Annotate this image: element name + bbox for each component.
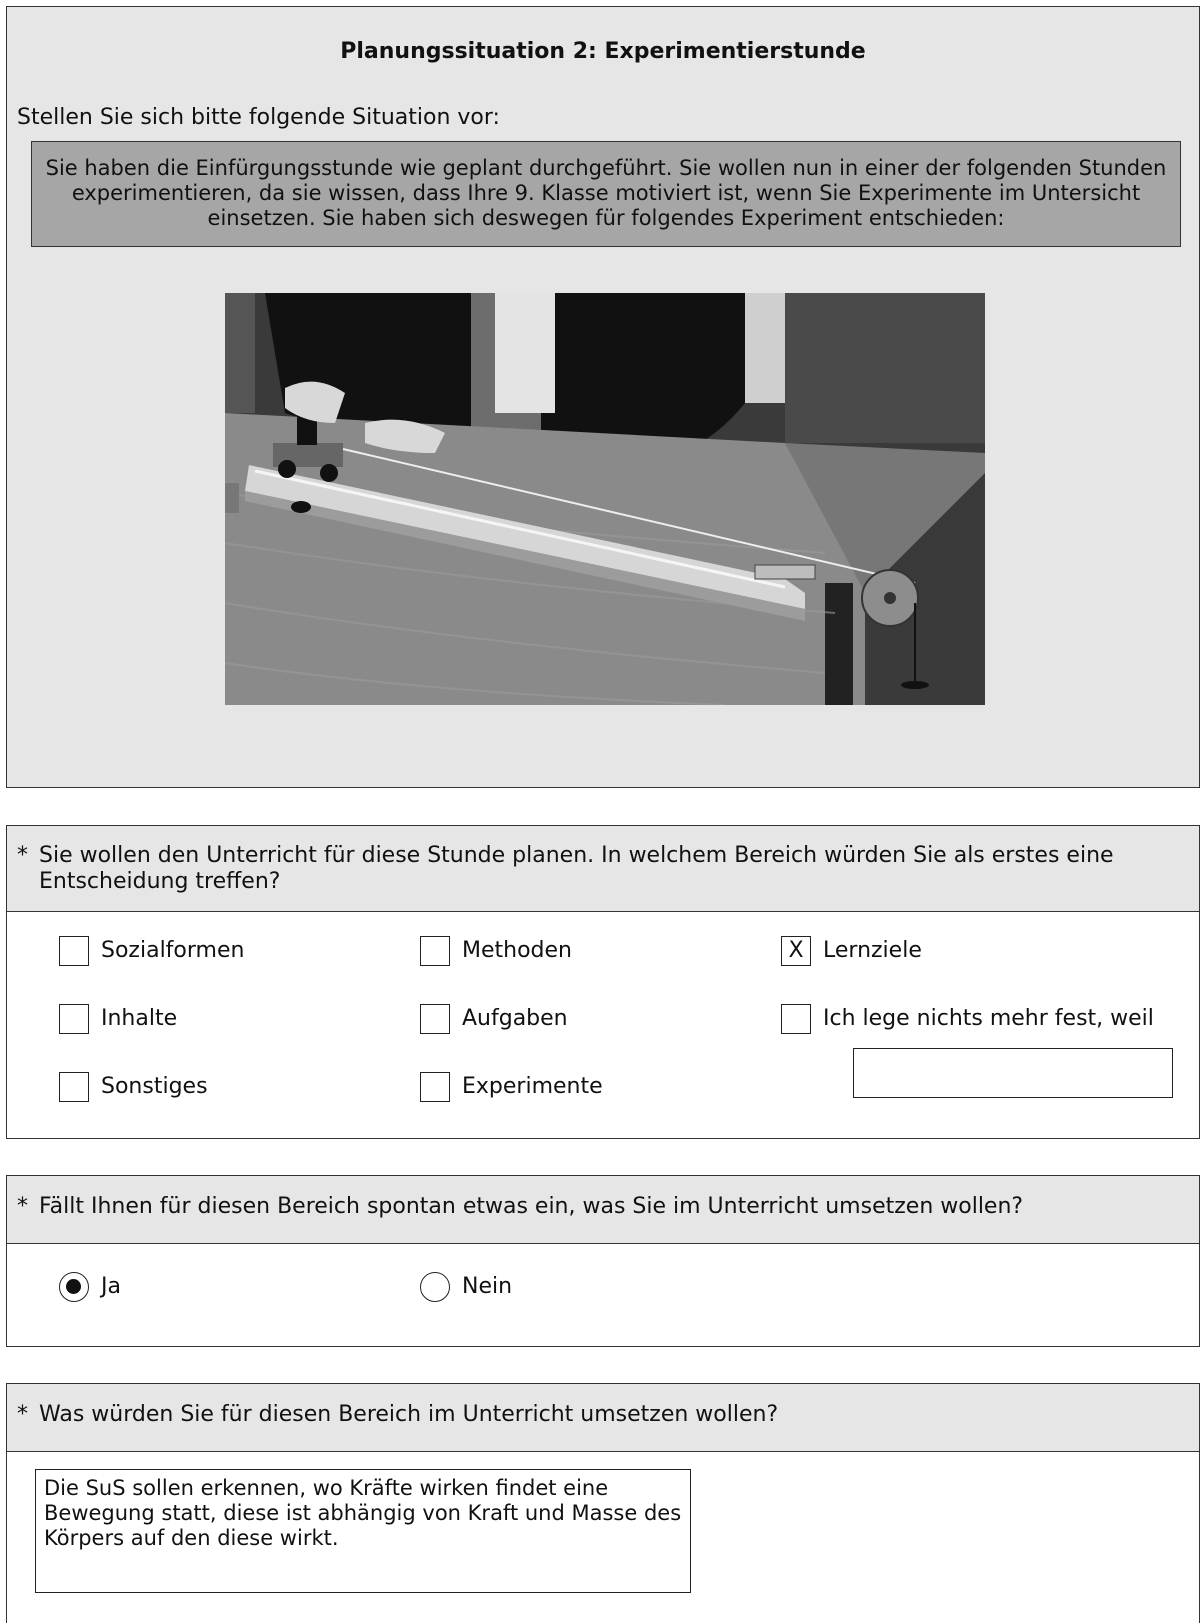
option-label: Sozialformen — [101, 938, 245, 963]
checkbox[interactable] — [420, 936, 450, 966]
scenario-description: Sie haben die Einfürgungsstunde wie gepl… — [31, 141, 1181, 247]
checkbox-checked[interactable]: X — [781, 936, 811, 966]
question-header: * Sie wollen den Unterricht für diese St… — [7, 826, 1199, 912]
required-marker: * — [17, 1194, 28, 1219]
option-label: Inhalte — [101, 1006, 178, 1031]
question-header: * Fällt Ihnen für diesen Bereich spontan… — [7, 1176, 1199, 1244]
checkbox[interactable] — [59, 1072, 89, 1102]
option-label: Nein — [462, 1274, 513, 1299]
checkbox[interactable] — [781, 1004, 811, 1034]
required-marker: * — [17, 1402, 28, 1427]
checkbox[interactable] — [59, 1004, 89, 1034]
question-header: * Was würden Sie für diesen Bereich im U… — [7, 1384, 1199, 1452]
checkbox[interactable] — [420, 1004, 450, 1034]
question-text: Fällt Ihnen für diesen Bereich spontan e… — [39, 1194, 1024, 1219]
option-label: Ich lege nichts mehr fest, weil — [823, 1006, 1154, 1031]
question-text: Was würden Sie für diesen Bereich im Unt… — [39, 1402, 779, 1427]
checkbox[interactable] — [59, 936, 89, 966]
page-title: Planungssituation 2: Experimentierstunde — [340, 39, 866, 64]
photo-experiment-cart-track-icon — [225, 293, 985, 705]
option-label: Aufgaben — [462, 1006, 568, 1031]
option-label: Sonstiges — [101, 1074, 208, 1099]
implementation-panel: * Was würden Sie für diesen Bereich im U… — [6, 1383, 1200, 1623]
radio-selected[interactable] — [59, 1272, 89, 1302]
option-label: Ja — [101, 1274, 121, 1299]
situation-panel: Planungssituation 2: Experimentierstunde… — [6, 6, 1200, 788]
option-label: Lernziele — [823, 938, 922, 963]
required-marker: * — [17, 843, 28, 868]
spontaneous-idea-panel: * Fällt Ihnen für diesen Bereich spontan… — [6, 1175, 1200, 1347]
situation-lead-text: Stellen Sie sich bitte folgende Situatio… — [17, 105, 500, 130]
experiment-photo — [225, 293, 985, 705]
radio-dot-icon — [66, 1279, 81, 1294]
checkbox[interactable] — [420, 1072, 450, 1102]
option-label: Experimente — [462, 1074, 603, 1099]
option-label: Methoden — [462, 938, 572, 963]
reason-input[interactable] — [853, 1048, 1173, 1098]
answer-textarea[interactable]: Die SuS sollen erkennen, wo Kräfte wirke… — [35, 1469, 691, 1593]
question-area-panel: * Sie wollen den Unterricht für diese St… — [6, 825, 1200, 1139]
question-text: Sie wollen den Unterricht für diese Stun… — [39, 843, 1114, 894]
radio[interactable] — [420, 1272, 450, 1302]
